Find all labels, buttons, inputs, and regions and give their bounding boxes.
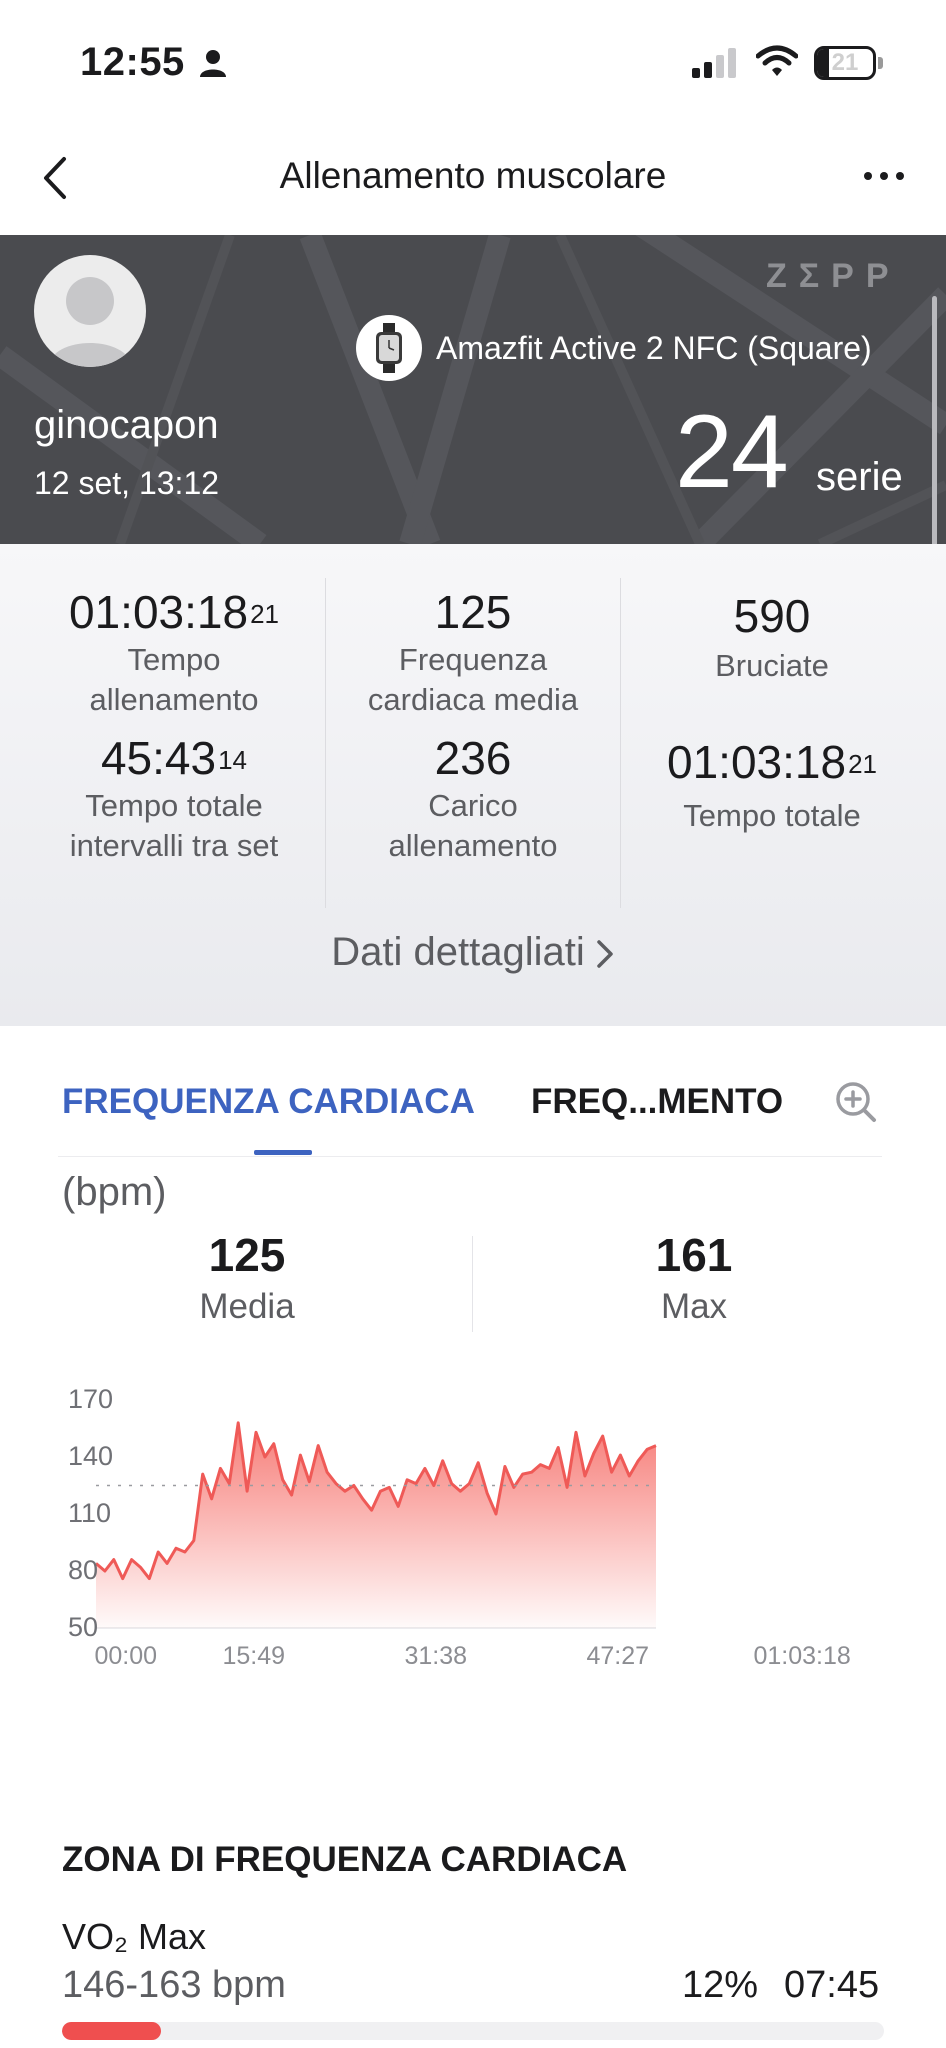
signal-icon <box>692 48 736 78</box>
workout-header: ZΣPP Amazfit Active 2 NFC (Square) ginoc… <box>0 235 946 544</box>
zone-section-title: ZONA DI FREQUENZA CARDIACA <box>62 1840 628 1879</box>
x-tick-label: 47:27 <box>586 1642 650 1670</box>
wifi-icon <box>756 45 798 76</box>
x-tick-label: 00:00 <box>94 1642 158 1670</box>
zoom-in-icon[interactable] <box>834 1080 878 1124</box>
stat-rest-time: 45:4314 Tempo totale intervalli tra set <box>69 732 279 863</box>
zone-percent: 12% <box>682 1964 759 2006</box>
person-icon <box>200 50 226 77</box>
max-label: Max <box>660 1287 728 1326</box>
avatar[interactable] <box>34 255 146 367</box>
stat-workout-time: 01:03:1821 Tempo allenamento <box>69 586 279 717</box>
avg-heart-rate: 125 Media <box>97 1228 397 1332</box>
nav-bar: Allenamento muscolare <box>0 125 946 235</box>
max-value: 161 <box>655 1229 733 1281</box>
battery-icon: 21 <box>814 46 884 80</box>
active-tab-indicator <box>254 1150 312 1155</box>
page-title: Allenamento muscolare <box>279 155 667 196</box>
avg-value: 125 <box>208 1229 286 1281</box>
heart-rate-plot <box>95 1421 657 1629</box>
x-tick-label: 01:03:18 <box>753 1642 851 1670</box>
device-info: Amazfit Active 2 NFC (Square) <box>356 315 872 381</box>
stat-avg-heart-rate: 125 Frequenza cardiaca media <box>367 586 579 717</box>
stat-total-time: 01:03:1821 Tempo totale <box>667 736 877 833</box>
heart-rate-zone-card: ZONA DI FREQUENZA CARDIACA VO₂ Max 146-1… <box>24 1806 922 2048</box>
status-bar: 12:55 21 <box>0 0 946 125</box>
watch-icon <box>356 315 422 381</box>
zone-progress-fill <box>62 2022 161 2040</box>
x-tick-label: 31:38 <box>404 1642 468 1670</box>
y-tick-label: 50 <box>68 1612 99 1642</box>
max-heart-rate: 161 Max <box>544 1228 844 1332</box>
zone-progress-track <box>62 2022 884 2040</box>
avg-label: Media <box>199 1287 295 1326</box>
unit-label: (bpm) <box>62 1170 167 1214</box>
chevron-right-icon <box>596 940 613 969</box>
tab-heart-rate[interactable]: FREQUENZA CARDIACA <box>62 1082 475 1122</box>
workout-date: 12 set, 13:12 <box>34 465 220 501</box>
stat-calories: 590 Bruciate <box>715 590 829 683</box>
stats-divider <box>325 578 326 908</box>
sets-count: 24 <box>675 394 789 510</box>
detailed-data-link[interactable]: Dati dettagliati <box>0 930 946 975</box>
avatar-placeholder-icon <box>48 277 132 367</box>
y-tick-label: 80 <box>68 1555 99 1585</box>
summary-divider <box>472 1236 473 1332</box>
y-tick-label: 140 <box>68 1441 114 1471</box>
y-tick-label: 110 <box>68 1498 112 1528</box>
stat-training-load: 236 Carico allenamento <box>388 732 558 863</box>
tab-training-frequency[interactable]: FREQ...MENTO <box>531 1082 783 1122</box>
device-name: Amazfit Active 2 NFC (Square) <box>436 329 872 366</box>
username: ginocapon <box>34 403 219 447</box>
battery-level: 21 <box>831 49 859 76</box>
tab-separator <box>58 1156 882 1157</box>
zone-time: 07:45 <box>784 1964 880 2006</box>
y-tick-label: 170 <box>68 1384 114 1414</box>
more-icon[interactable] <box>862 169 906 183</box>
sets-label: serie <box>816 455 903 499</box>
x-tick-label: 15:49 <box>222 1642 286 1670</box>
heart-rate-card: FREQUENZA CARDIACA FREQ...MENTO (bpm) 12… <box>24 1040 916 1790</box>
status-time: 12:55 <box>80 40 185 84</box>
brand-logo: ZΣPP <box>766 257 901 295</box>
stats-divider <box>620 578 621 908</box>
heart-rate-chart: 170 140 110 80 50 00:00 15:49 31:38 47:27 01:03:1… <box>24 1370 916 1790</box>
zone-range: 146-163 bpm <box>62 1964 286 2006</box>
zone-name: VO₂ Max <box>62 1916 206 1957</box>
scrollbar[interactable] <box>932 296 937 580</box>
